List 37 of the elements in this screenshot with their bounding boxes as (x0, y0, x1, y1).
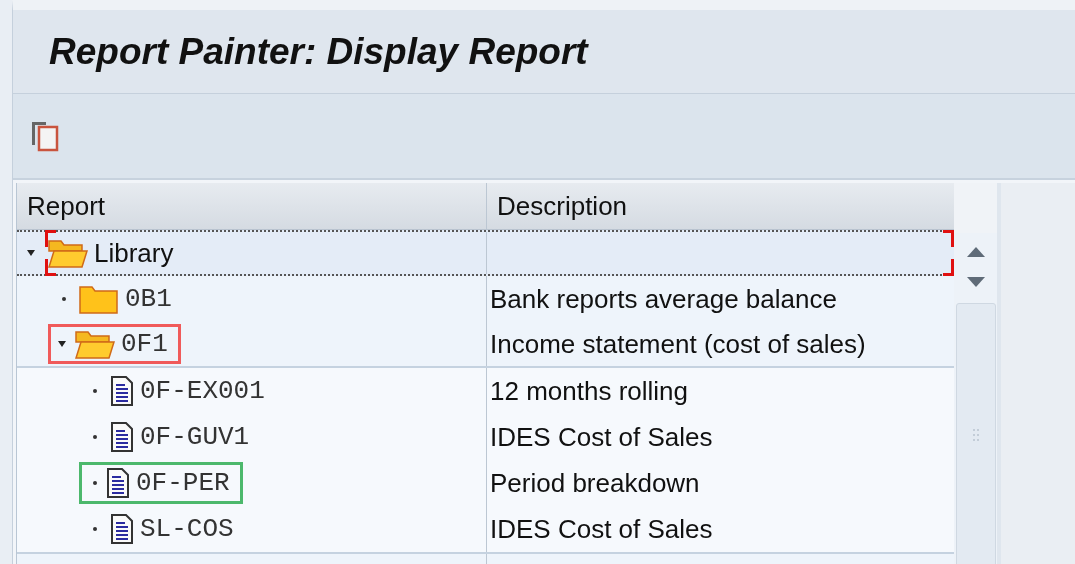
tree-row[interactable]: 0F1 Income statement (cost of sales) (17, 322, 954, 368)
document-icon (106, 467, 130, 499)
scroll-up-icon[interactable] (966, 247, 985, 257)
open-folder-icon (75, 329, 115, 359)
column-header[interactable]: Description (487, 183, 954, 229)
report-name: 0F1 (121, 329, 168, 359)
document-icon (110, 421, 134, 453)
tree-row[interactable]: Library (17, 230, 954, 276)
report-name: SL-COS (140, 514, 234, 544)
report-description: Period breakdown (489, 467, 700, 499)
grip-icon (972, 429, 979, 441)
document-icon (110, 375, 134, 407)
report-description: Bank reports average balance (489, 283, 837, 315)
copy-icon[interactable] (30, 120, 60, 152)
report-description: 12 months rolling (489, 375, 688, 407)
report-name: Library (94, 237, 174, 269)
folder-icon (79, 284, 119, 314)
window-title: Report Painter: Display Report (49, 30, 588, 73)
bullet-icon (93, 435, 97, 439)
tree-row[interactable]: 0B1 Bank reports average balance (17, 276, 954, 322)
expand-triangle-icon[interactable] (58, 341, 66, 347)
report-description: IDES Cost of Sales (489, 421, 713, 453)
bullet-icon (93, 389, 97, 393)
report-name: 0F-PER (136, 468, 230, 498)
report-name: 0B1 (125, 284, 172, 314)
column-header[interactable]: Report (17, 183, 487, 229)
bullet-icon (93, 481, 97, 485)
report-name: 0F-GUV1 (140, 422, 250, 452)
scroll-thumb[interactable] (955, 303, 996, 564)
report-description: IDES Cost of Sales (489, 513, 713, 545)
report-name: 0F-EX001 (140, 376, 265, 406)
bullet-icon (93, 527, 97, 531)
expand-triangle-icon[interactable] (27, 250, 35, 256)
report-description: Income statement (cost of sales) (489, 328, 866, 360)
open-folder-icon (48, 238, 88, 268)
scroll-down-icon[interactable] (966, 277, 985, 287)
document-icon (110, 513, 134, 545)
